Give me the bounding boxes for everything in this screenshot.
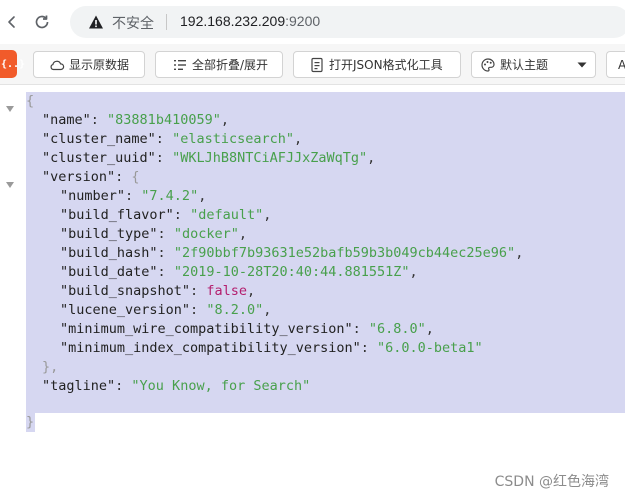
json-string-value: "83881b410059" [107,112,221,128]
json-key: "build_type" [60,226,158,242]
json-string-value: "6.8.0" [368,321,426,337]
palette-icon [480,57,496,73]
json-code: { "name": "83881b410059", "cluster_name":… [26,92,625,413]
json-string-value: "2f90bbf7b93631e52bafb59b3b049cb44ec25e9… [173,245,516,261]
json-line: "minimum_wire_compatibility_version": "6… [60,321,434,337]
version-close-brace: }, [42,359,59,375]
json-line: "minimum_index_compatibility_version": "… [60,340,483,356]
collapse-root-icon[interactable] [6,97,14,112]
json-key: "version" [42,169,116,185]
font-button[interactable]: A [606,51,625,78]
json-line: "build_hash": "2f90bbf7b93631e52bafb59b3… [60,245,524,261]
json-line: "name": "83881b410059", [42,112,229,128]
json-line: "number": "7.4.2", [60,188,207,204]
json-key: "number" [60,188,126,204]
version-fields: "number": "7.4.2", "build_flavor": "defau… [26,187,625,358]
theme-select[interactable]: 默认主题 [471,51,596,78]
json-key: "build_date" [60,264,158,280]
json-line: "version": { [42,169,140,185]
reload-icon[interactable] [30,10,54,34]
json-key: "build_flavor" [60,207,174,223]
omnibox[interactable]: 不安全 192.168.232.209:9200 [70,6,625,38]
json-key: "name" [42,112,91,128]
fold-label: 全部折叠/展开 [192,58,269,72]
format-label: 打开JSON格式化工具 [329,58,443,72]
url-host: 192.168.232.209 [180,13,286,29]
json-key: "lucene_version" [60,302,191,318]
browser-address-bar: 不安全 192.168.232.209:9200 [0,0,625,44]
json-line: "cluster_name": "elasticsearch", [42,131,303,147]
open-formatter-button[interactable]: 打开JSON格式化工具 [293,51,461,78]
json-line: "lucene_version": "8.2.0", [60,302,272,318]
json-string-value: "6.0.0-beta1" [377,340,483,356]
chevron-down-icon [577,61,587,69]
json-string-value: "default" [190,207,264,223]
json-line: }, [26,358,625,377]
json-line: "build_snapshot": false, [60,283,256,299]
show-raw-label: 显示原数据 [69,58,130,72]
json-key: "minimum_index_compatibility_version" [60,340,361,356]
json-line: "build_flavor": "default", [60,207,272,223]
warning-icon[interactable] [88,14,104,30]
url-port: :9200 [285,13,321,29]
omnibox-divider [166,14,167,30]
security-label[interactable]: 不安全 [112,13,154,33]
json-line: { [26,92,625,111]
json-key: "build_snapshot" [60,283,191,299]
json-line: } [26,413,35,432]
json-key: "minimum_wire_compatibility_version" [60,321,353,337]
json-string-value: "7.4.2" [141,188,199,204]
extension-badge[interactable]: {..} [0,50,25,78]
json-view: { "name": "83881b410059", "cluster_name":… [0,85,625,501]
json-line: "tagline": "You Know, for Search" [42,378,311,394]
json-string-value: "WKLJhB8NTCiAFJJxZaWqTg" [172,150,368,166]
json-line: "build_date": "2019-10-28T20:40:44.88155… [60,264,418,280]
json-key: "cluster_uuid" [42,150,156,166]
fold-toggle-button[interactable]: 全部折叠/展开 [155,51,283,78]
root-close-brace: } [26,414,35,430]
document-icon [309,57,325,73]
json-viewer-toolbar: {..} 显示原数据 全部折叠/展开 打开JSON格式化工具 默认主题 A [0,44,625,85]
theme-label: 默认主题 [500,58,549,72]
root-open-brace: { [26,93,35,109]
json-line: "cluster_uuid": "WKLJhB8NTCiAFJJxZaWqTg"… [42,150,376,166]
collapse-version-icon[interactable] [6,173,14,188]
json-bool-value: false [206,283,247,299]
json-string-value: "2019-10-28T20:40:44.881551Z" [173,264,410,280]
json-string-value: "elasticsearch" [172,131,294,147]
show-raw-button[interactable]: 显示原数据 [33,51,145,78]
root-fields: "name": "83881b410059", "cluster_name": "… [26,111,625,168]
json-string-value: "You Know, for Search" [131,378,311,394]
json-key: "cluster_name" [42,131,156,147]
fold-list-icon [172,57,188,73]
json-line: "build_type": "docker", [60,226,247,242]
font-button-label: A [618,57,625,72]
json-key: "build_hash" [60,245,158,261]
url-text[interactable]: 192.168.232.209:9200 [180,13,320,29]
json-string-value: "8.2.0" [206,302,264,318]
json-string-value: "docker" [173,226,239,242]
watermark: CSDN @红色海湾 [494,474,609,490]
cloud-icon [49,57,65,73]
back-arrow-icon[interactable] [0,10,24,34]
json-key: "tagline" [42,378,116,394]
